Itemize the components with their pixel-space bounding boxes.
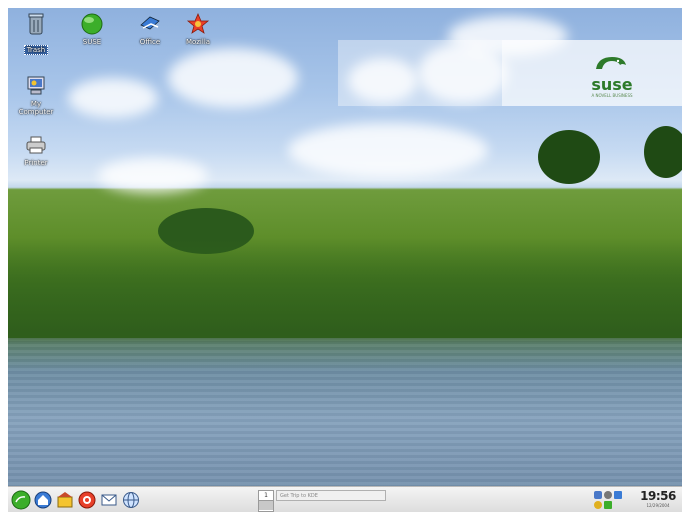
konqueror-button[interactable] — [55, 490, 75, 510]
mail-icon — [101, 494, 117, 506]
update-icon[interactable] — [594, 501, 602, 509]
water-reflection — [8, 338, 682, 486]
desktop-icon-my-computer[interactable]: My Computer — [8, 73, 65, 116]
office-icon — [136, 11, 164, 37]
clock-time: 19:56 — [640, 489, 676, 503]
web-browser-button[interactable] — [121, 490, 141, 510]
network-icon[interactable] — [594, 491, 602, 499]
clock[interactable]: 19:56 12/29/2004 — [636, 489, 680, 511]
konqueror-icon — [57, 492, 73, 508]
home-icon — [34, 491, 52, 509]
desktop-icon-suse[interactable]: SUSE — [63, 11, 121, 46]
help-button[interactable] — [77, 490, 97, 510]
desktop-icon-label: Printer — [24, 159, 48, 167]
clock-date: 12/29/2004 — [646, 503, 670, 508]
reeds — [8, 238, 682, 338]
desktop-icon-label: SUSE — [82, 38, 102, 46]
suse-logo-tagline: A NOVELL BUSINESS — [591, 93, 633, 98]
desktop-icon-printer[interactable]: Printer — [8, 132, 65, 167]
screen: Trash SUSE Office Mozilla My Computer Pr… — [8, 8, 682, 512]
suse-globe-icon — [78, 11, 106, 37]
desktop-icon-trash[interactable]: Trash — [8, 11, 65, 56]
suse-logo-wordmark: suse — [591, 75, 633, 94]
mozilla-icon — [184, 11, 212, 37]
desktop-icon-label: My Computer — [18, 100, 54, 116]
trash-icon — [22, 11, 50, 37]
desktop-icon-mozilla[interactable]: Mozilla — [169, 11, 227, 46]
desktop-pager[interactable]: 1 — [258, 490, 274, 512]
desktop-icon-label: Trash — [23, 45, 49, 55]
computer-icon — [22, 73, 50, 99]
kmenu-button[interactable] — [11, 490, 31, 510]
mail-button[interactable] — [99, 490, 119, 510]
system-tray — [592, 490, 632, 510]
tree — [644, 126, 682, 178]
desktop-wallpaper: Trash SUSE Office Mozilla My Computer Pr… — [8, 8, 682, 486]
pager-desktop-2[interactable] — [259, 500, 273, 510]
kmenu-icon — [11, 490, 31, 510]
pager-desktop-1[interactable]: 1 — [259, 491, 273, 500]
printer-icon — [22, 132, 50, 158]
home-button[interactable] — [33, 490, 53, 510]
suse-chameleon-icon — [596, 57, 626, 69]
taskbar: 1 Get Trip to KDE 19:56 12/29/2004 — [8, 486, 682, 512]
taskbar-entry[interactable]: Get Trip to KDE — [276, 490, 386, 501]
desktop-icon-label: Mozilla — [185, 38, 211, 46]
suse-logo: suse A NOVELL BUSINESS — [582, 53, 642, 98]
monitor-icon[interactable] — [614, 491, 622, 499]
tree — [538, 130, 600, 184]
help-icon — [78, 491, 96, 509]
volume-icon[interactable] — [604, 491, 612, 499]
web-browser-icon — [123, 492, 139, 508]
keyboard-icon[interactable] — [604, 501, 612, 509]
